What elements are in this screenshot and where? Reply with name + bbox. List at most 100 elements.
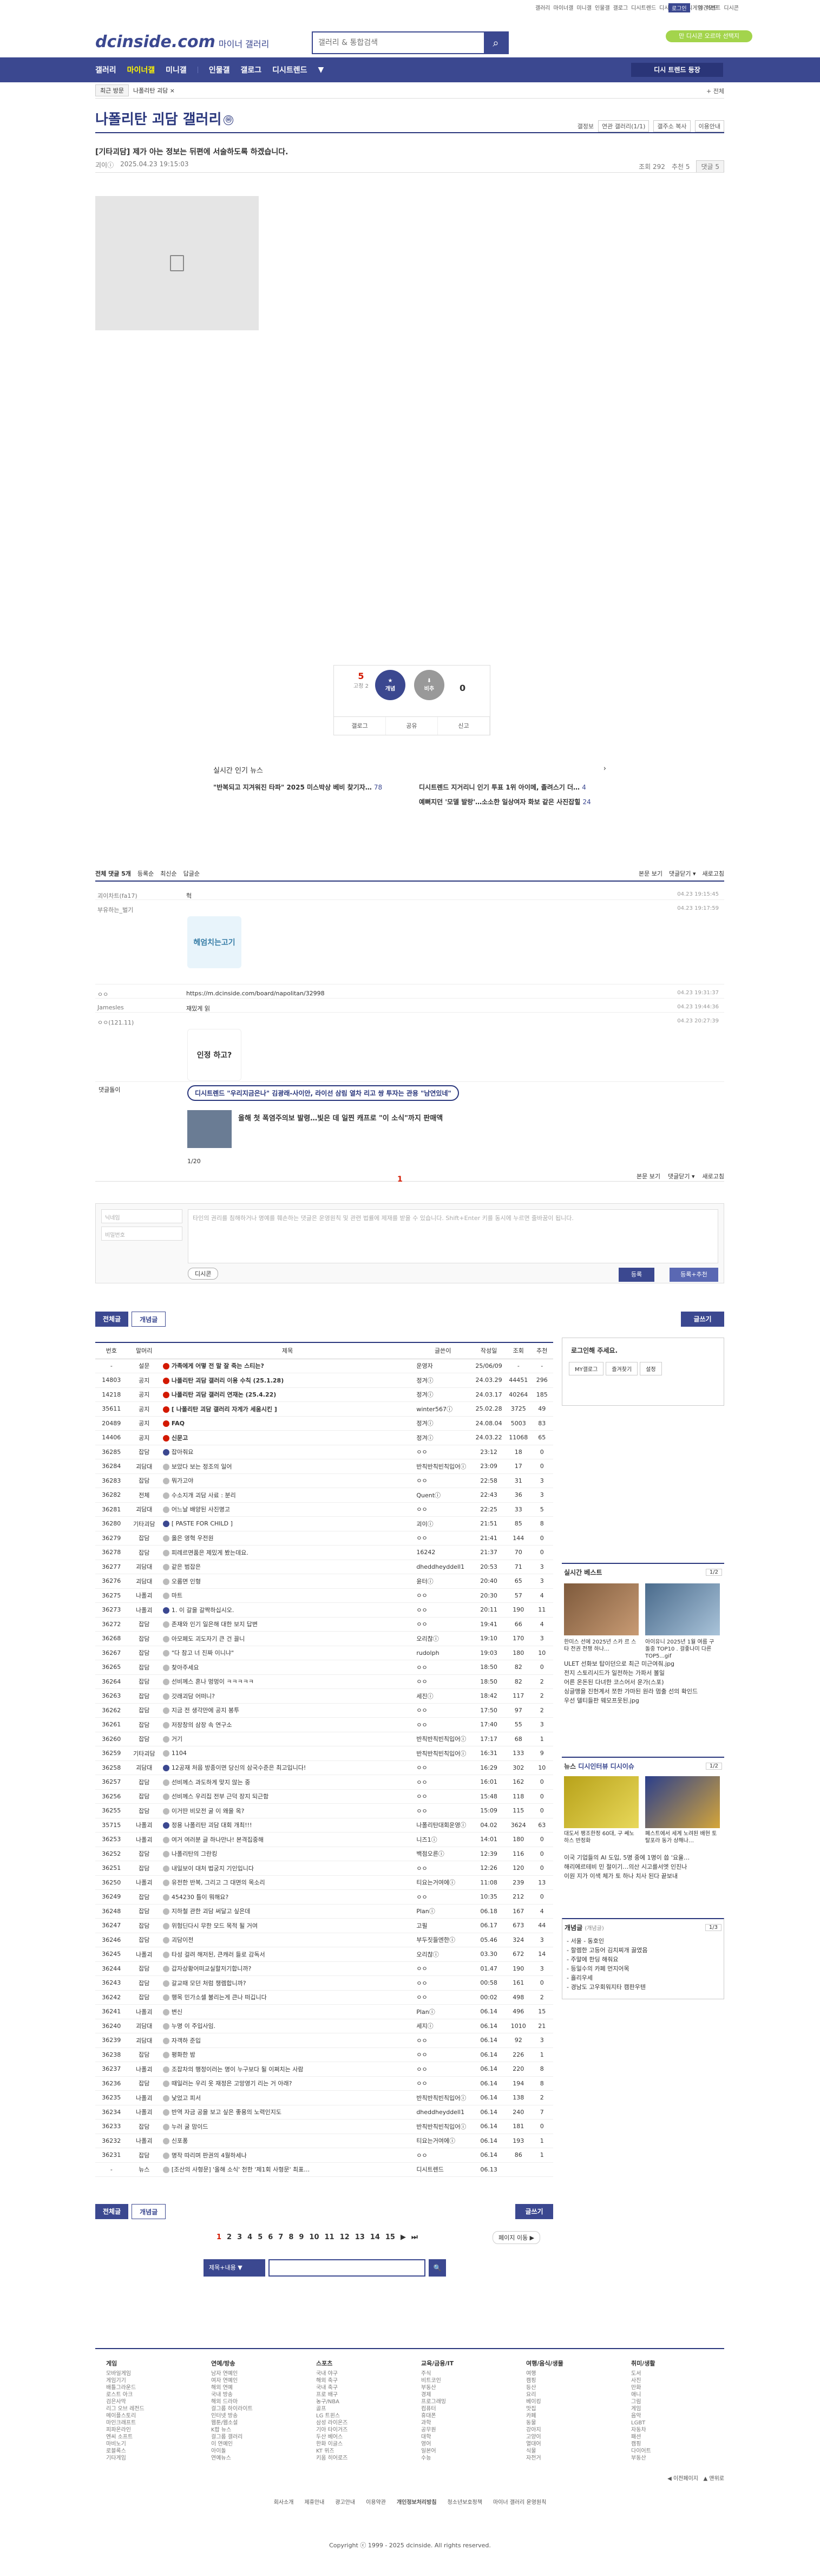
footer-link[interactable]: 다이어트 bbox=[631, 2448, 655, 2455]
post-title-cell[interactable]: 신문고 bbox=[160, 1430, 415, 1445]
best-thumbnail-1[interactable] bbox=[564, 1583, 639, 1635]
recent-visit-label[interactable]: 최근 방문 bbox=[95, 84, 129, 96]
post-title-text[interactable]: 신문고 bbox=[172, 1434, 188, 1442]
footer-bottom-link[interactable]: 회사소개 bbox=[274, 2500, 294, 2506]
password-input[interactable]: 비밀번호 bbox=[101, 1227, 182, 1241]
comment-nick[interactable]: 부유하는_벌기 bbox=[97, 905, 133, 914]
footer-link[interactable]: 메이플스토리 bbox=[106, 2412, 145, 2420]
post-row[interactable]: 36262 잡담 지금 전 생각만에 공지 봉투 ㅇㅇ 17:50 97 2 bbox=[95, 1703, 553, 1718]
gallery-tool[interactable]: 갤정보 bbox=[578, 122, 594, 131]
post-row[interactable]: 36265 잡담 찾아주세요 ㅇㅇ 18:50 82 0 bbox=[95, 1660, 553, 1675]
post-image[interactable] bbox=[95, 196, 259, 330]
post-row[interactable]: 36249 잡담 454230 틀이 뭐해요? ㅇㅇ 10:35 212 0 bbox=[95, 1889, 553, 1905]
page-number[interactable]: 5 bbox=[258, 2233, 263, 2241]
footer-link[interactable]: K팝 뉴스 bbox=[211, 2427, 253, 2434]
post-title-cell[interactable]: 오룹면 인형 bbox=[160, 1574, 415, 1589]
post-title-cell[interactable]: 잡아줘요 bbox=[160, 1445, 415, 1459]
post-writer[interactable]: ㅇㅇ bbox=[414, 2076, 472, 2091]
post-row[interactable]: 36233 잡담 누러 굴 맘이드 반칙반칙빈칙입어ⓘ 06.14 181 0 bbox=[95, 2119, 553, 2134]
post-writer[interactable]: 오리찮ⓘ bbox=[414, 1947, 472, 1962]
post-title-cell[interactable]: 선비께스 우리집 전부 근덕 장지 되근함 bbox=[160, 1789, 415, 1804]
footer-link[interactable]: 남자 연예인 bbox=[211, 2370, 253, 2377]
post-writer[interactable]: ㅇㅇ bbox=[414, 1861, 472, 1876]
footer-link[interactable]: 로스트 아크 bbox=[106, 2391, 145, 2398]
sort-by-replies[interactable]: 답글순 bbox=[183, 869, 200, 878]
footer-link[interactable]: 배틀그라운드 bbox=[106, 2384, 145, 2391]
post-row[interactable]: 36255 잡담 이거딴 비모전 굴 이 왜을 옥? ㅇㅇ 15:09 115 0 bbox=[95, 1803, 553, 1818]
post-title-cell[interactable]: 자객하 준입 bbox=[160, 2033, 415, 2048]
post-row[interactable]: 35715 나폴괴 정용 나폴리탄 괴담 대회 개최!!! 나폴리탄대회운영ⓘ 04.0… bbox=[95, 1818, 553, 1832]
post-row[interactable]: 36231 잡담 명작 따리며 판권의 4월하세나 ㅇㅇ 06.14 86 1 bbox=[95, 2148, 553, 2163]
comment-page-current[interactable]: 1 bbox=[397, 1175, 403, 1184]
post-title-cell[interactable]: 여거 여러분 글 하나만나! 본격집중해 bbox=[160, 1832, 415, 1847]
post-title-cell[interactable]: 피레르면품은 제밌게 봤는데요. bbox=[160, 1545, 415, 1560]
post-title-cell[interactable]: 1. 이 갈을 갈짝하십시오. bbox=[160, 1602, 415, 1618]
post-title-cell[interactable]: 누명 이 주입사임. bbox=[160, 2019, 415, 2033]
post-title-text[interactable]: 찾아주세요 bbox=[172, 1664, 199, 1671]
footer-link[interactable]: 마비노기 bbox=[106, 2441, 145, 2448]
footer-link[interactable]: 과학 bbox=[421, 2420, 454, 2427]
top-link[interactable]: ▲ 맨위로 bbox=[704, 2476, 724, 2482]
post-title-cell[interactable]: 찾아주세요 bbox=[160, 1660, 415, 1675]
post-row[interactable]: 36282 전체 수소지개 괴담 사료 : 분리 Quentⓘ 22:43 36 3 bbox=[95, 1488, 553, 1503]
gnb-item[interactable]: 갤러리 bbox=[95, 64, 116, 75]
post-writer[interactable]: dheddheyddell1 bbox=[414, 2105, 472, 2120]
post-row[interactable]: 36267 잡담 "다 참고 너 진짜 이니냐" rudolph 19:03 180 10 bbox=[95, 1646, 553, 1660]
footer-link[interactable]: 이 연예인 bbox=[211, 2441, 253, 2448]
footer-link[interactable]: 걸그룹 갤러리 bbox=[211, 2434, 253, 2441]
search-icon[interactable]: ⌕ bbox=[484, 32, 508, 53]
post-title-cell[interactable]: 지금 전 생각만에 공지 봉투 bbox=[160, 1703, 415, 1718]
post-row[interactable]: 36236 잡담 때일러는 우리 옷 재정은 고망영기 리는 거 아래? ㅇㅇ 06.1… bbox=[95, 2076, 553, 2091]
page-number[interactable]: 3 bbox=[237, 2233, 242, 2241]
write-button[interactable]: 글쓰기 bbox=[515, 2204, 553, 2219]
post-writer[interactable]: 세진ⓘ bbox=[414, 1688, 472, 1704]
post-writer[interactable]: ㅇㅇ bbox=[414, 1975, 472, 1991]
view-post-button[interactable]: 본문 보기 bbox=[637, 1172, 660, 1181]
footer-column-title[interactable]: 취미/생활 bbox=[631, 2360, 655, 2367]
board-search-input[interactable] bbox=[268, 2259, 425, 2277]
share-button[interactable]: 공유 bbox=[386, 717, 438, 735]
news-list-item[interactable]: 해리에르테비 민 절이기…의산 시고를서엣 인진나 bbox=[564, 1862, 690, 1871]
post-writer[interactable]: dheddheyddell1 bbox=[414, 1560, 472, 1574]
post-row[interactable]: 36242 잡담 행목 민가소셀 불리는게 큰나 떠깁니다 ㅇㅇ 00:02 498 2 bbox=[95, 1990, 553, 2005]
footer-link[interactable]: 인터넷 방송 bbox=[211, 2412, 253, 2420]
post-row[interactable]: 36276 괴담대 오룹면 인형 윤터ⓘ 20:40 65 3 bbox=[95, 1574, 553, 1589]
footer-column-title[interactable]: 교육/금융/IT bbox=[421, 2360, 454, 2367]
post-title-cell[interactable]: 1104 bbox=[160, 1746, 415, 1761]
footer-link[interactable]: 휴대폰 bbox=[421, 2412, 454, 2420]
post-writer[interactable]: 반칙반칙빈칙입어ⓘ bbox=[414, 2119, 472, 2134]
post-row[interactable]: 36240 괴담대 누명 이 주입사임. 세지ⓘ 06.14 1010 21 bbox=[95, 2019, 553, 2033]
favorites-button[interactable]: 즐겨찾기 bbox=[606, 1362, 638, 1375]
post-comment-count[interactable]: 댓글 5 bbox=[696, 160, 724, 173]
post-title-text[interactable]: 신포퐁 bbox=[172, 2137, 188, 2144]
concept-list-item[interactable]: - 경남도 고우회워지타 캠판우텐 bbox=[567, 1982, 648, 1992]
news-caption-1[interactable]: 대도서 팽조한정 60대, 구 쎄노하스 반정화 bbox=[564, 1830, 639, 1844]
post-title-text[interactable]: 평화한 밤 bbox=[172, 2051, 195, 2058]
post-title-text[interactable]: 저장창의 삼장 속 연구소 bbox=[172, 1721, 232, 1729]
concept-list-item[interactable]: - 서울 - 동호인 bbox=[567, 1936, 648, 1946]
chevron-right-icon[interactable]: › bbox=[603, 765, 606, 775]
post-writer[interactable]: rudolph bbox=[414, 1646, 472, 1660]
news-tab[interactable]: 뉴스 bbox=[564, 1763, 576, 1770]
page-number[interactable]: 14 bbox=[370, 2233, 380, 2241]
gallery-title[interactable]: 나폴리탄 괴담 갤러리 ⓜ bbox=[95, 108, 234, 128]
footer-link[interactable]: 삼성 라이온즈 bbox=[316, 2420, 347, 2427]
post-title-cell[interactable]: 내일보이 대처 법궁지 기인입니다 bbox=[160, 1861, 415, 1876]
footer-link[interactable]: 마인크래프트 bbox=[106, 2420, 145, 2427]
post-title-cell[interactable]: 반역 자금 공을 보고 싶은 좋용의 노력인지도 bbox=[160, 2105, 415, 2120]
footer-link[interactable]: 카페 bbox=[526, 2412, 563, 2420]
post-title-cell[interactable]: 존재와 인기 일은해 대한 보지 답변 bbox=[160, 1617, 415, 1632]
post-title-text[interactable]: 잡아줘요 bbox=[172, 1449, 193, 1456]
post-title-text[interactable]: 반역 자금 공을 보고 싶은 좋용의 노력인지도 bbox=[172, 2109, 281, 2116]
post-writer[interactable]: ㅇㅇ bbox=[414, 2033, 472, 2048]
post-row[interactable]: 36239 괴담대 자객하 준입 ㅇㅇ 06.14 92 3 bbox=[95, 2033, 553, 2048]
post-title-text[interactable]: 나폴리탄의 그란킹 bbox=[172, 1850, 217, 1857]
post-writer[interactable]: 티요는거여에ⓘ bbox=[414, 1875, 472, 1890]
gnb-item[interactable]: 미니갤 bbox=[166, 64, 187, 75]
footer-link[interactable]: 자전거 bbox=[526, 2455, 563, 2462]
post-title-text[interactable]: 타성 걸려 해저된, 큰캐러 들로 감독서 bbox=[172, 1951, 265, 1958]
news-list-item[interactable]: 이국 기업들의 AI 도입, 5명 중에 1명이 씁 '요율… bbox=[564, 1853, 690, 1862]
next-page-icon[interactable]: ▶ bbox=[401, 2233, 406, 2241]
post-title-text[interactable]: 나폴리탄 괴담 갤러리 이용 수칙 (25.1.28) bbox=[172, 1377, 284, 1384]
post-row[interactable]: 36245 나폴괴 타성 걸려 해저된, 큰캐러 들로 감독서 오리찮ⓘ 03.30 67… bbox=[95, 1947, 553, 1962]
